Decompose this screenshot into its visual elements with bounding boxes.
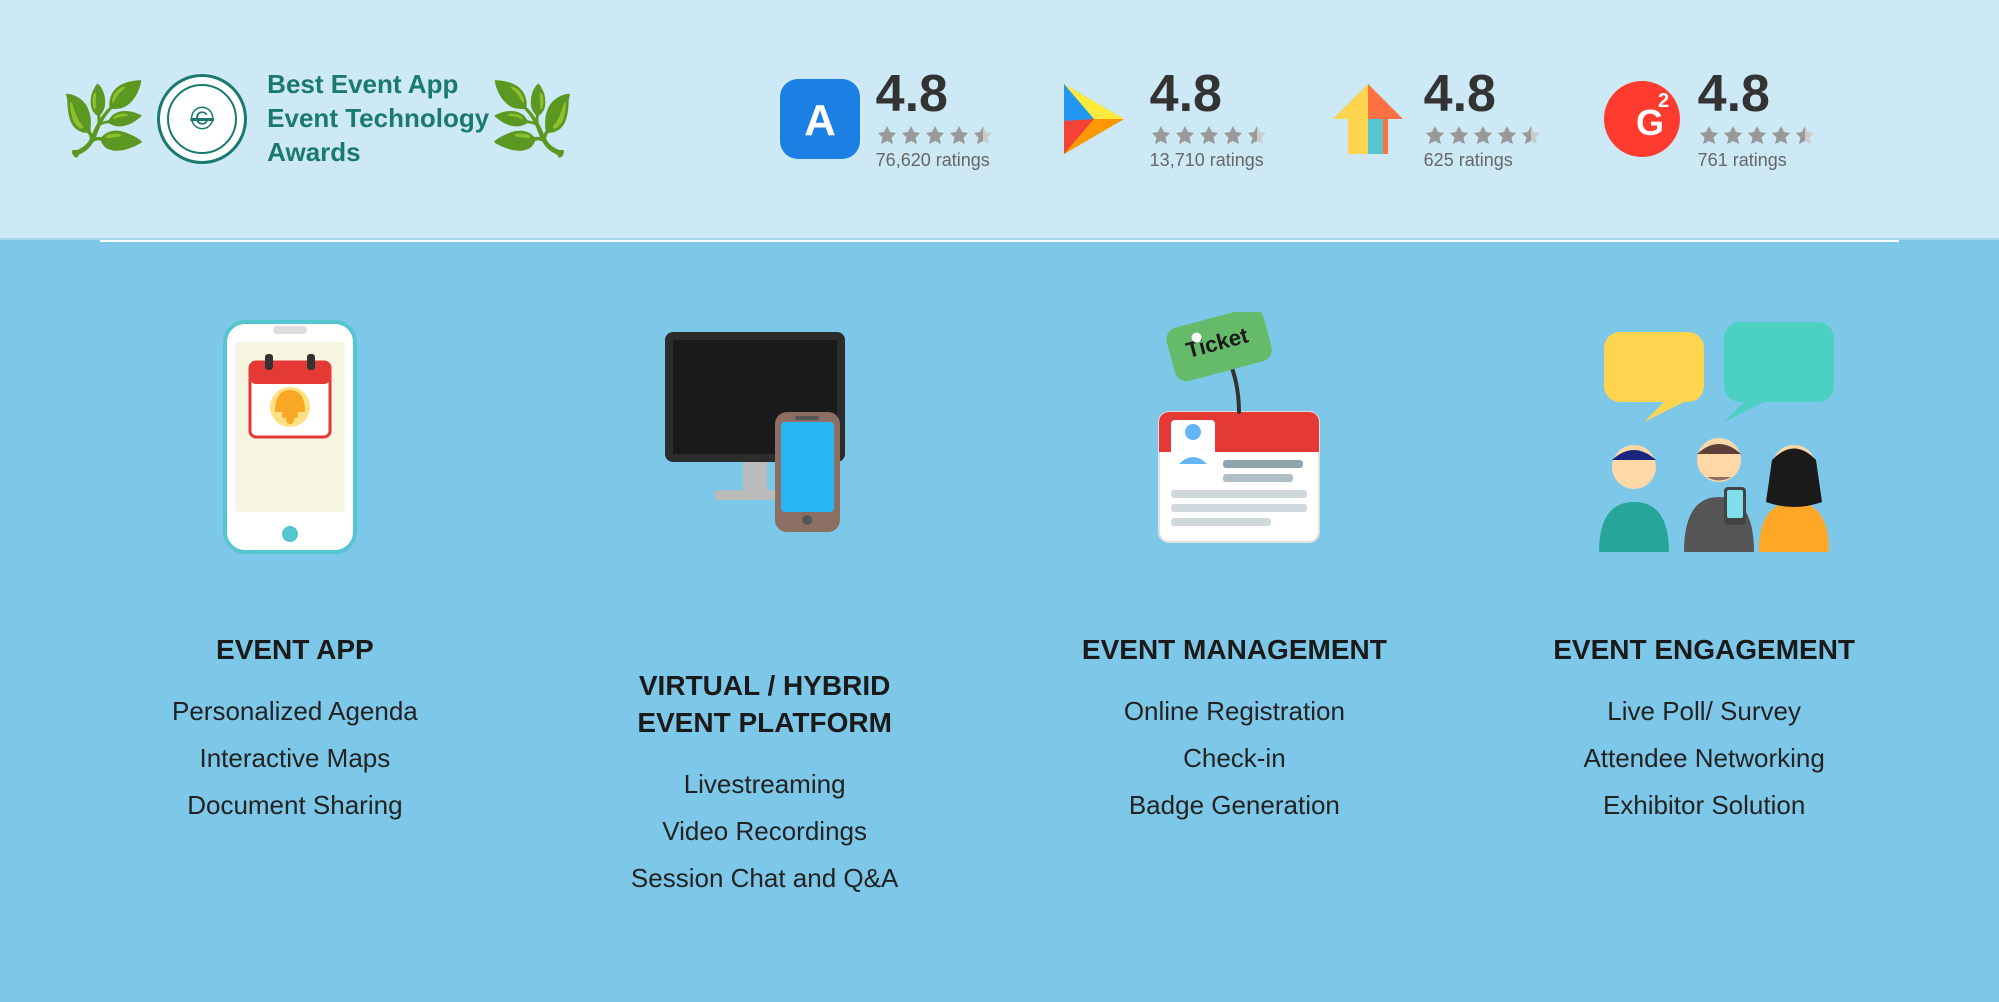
event-management-icon: Ticket bbox=[1109, 302, 1359, 602]
list-item: Attendee Networking bbox=[1583, 735, 1824, 782]
event-engagement-column: EVENT ENGAGEMENT Live Poll/ Survey Atten… bbox=[1494, 302, 1914, 829]
award-title-line3: Awards bbox=[267, 137, 360, 167]
google-play-rating: 4.8 13,710 ratings bbox=[1054, 68, 1268, 171]
event-app-column: EVENT APP Personalized Agenda Interactiv… bbox=[85, 302, 505, 829]
list-item: Badge Generation bbox=[1124, 782, 1345, 829]
award-section: 🌿 © Best Event App Event Technology Awar… bbox=[60, 68, 576, 169]
svg-text:A: A bbox=[804, 96, 836, 145]
virtual-hybrid-list: Livestreaming Video Recordings Session C… bbox=[631, 761, 898, 901]
list-item: Live Poll/ Survey bbox=[1583, 688, 1824, 735]
event-app-list: Personalized Agenda Interactive Maps Doc… bbox=[172, 688, 418, 828]
list-item: Exhibitor Solution bbox=[1583, 782, 1824, 829]
list-item: Document Sharing bbox=[172, 782, 418, 829]
g2-score: 4.8 bbox=[1698, 68, 1816, 120]
app-store-count: 76,620 ratings bbox=[876, 150, 994, 171]
virtual-hybrid-column: VIRTUAL / HYBRID EVENT PLATFORM Livestre… bbox=[555, 302, 975, 902]
event-engagement-icon bbox=[1564, 302, 1844, 602]
event-engagement-title: EVENT ENGAGEMENT bbox=[1553, 632, 1855, 668]
virtual-hybrid-title: VIRTUAL / HYBRID EVENT PLATFORM bbox=[637, 632, 892, 741]
list-item: Check-in bbox=[1124, 735, 1345, 782]
event-app-title: EVENT APP bbox=[216, 632, 374, 668]
event-management-column: Ticket EVENT MANAGEMENT Online Registrat… bbox=[1024, 302, 1444, 829]
google-play-icon bbox=[1054, 79, 1134, 159]
award-title-line1: Best Event App bbox=[267, 69, 458, 99]
app-store-score: 4.8 bbox=[876, 68, 994, 120]
left-laurel-icon: 🌿 bbox=[60, 84, 147, 154]
capterra-score: 4.8 bbox=[1424, 68, 1542, 120]
app-store-icon: A bbox=[780, 79, 860, 159]
capterra-icon bbox=[1328, 79, 1408, 159]
google-play-count: 13,710 ratings bbox=[1150, 150, 1268, 171]
list-item: Video Recordings bbox=[631, 808, 898, 855]
svg-text:2: 2 bbox=[1658, 90, 1669, 112]
ratings-section: A 4.8 76,620 ratings bbox=[656, 68, 1939, 171]
google-play-score: 4.8 bbox=[1150, 68, 1268, 120]
list-item: Personalized Agenda bbox=[172, 688, 418, 735]
right-laurel-icon: 🌿 bbox=[489, 84, 576, 154]
award-badge: © bbox=[157, 74, 247, 164]
header: 🌿 © Best Event App Event Technology Awar… bbox=[0, 0, 1999, 240]
app-store-rating: A 4.8 76,620 ratings bbox=[780, 68, 994, 171]
event-management-list: Online Registration Check-in Badge Gener… bbox=[1124, 688, 1345, 828]
list-item: Livestreaming bbox=[631, 761, 898, 808]
list-item: Session Chat and Q&A bbox=[631, 855, 898, 902]
award-title-line2: Event Technology bbox=[267, 103, 489, 133]
g2-rating: G 2 4.8 761 ratings bbox=[1602, 68, 1816, 171]
capterra-rating: 4.8 625 ratings bbox=[1328, 68, 1542, 171]
list-item: Online Registration bbox=[1124, 688, 1345, 735]
capterra-count: 625 ratings bbox=[1424, 150, 1542, 171]
g2-count: 761 ratings bbox=[1698, 150, 1816, 171]
award-text: Best Event App Event Technology Awards bbox=[267, 68, 489, 169]
event-engagement-list: Live Poll/ Survey Attendee Networking Ex… bbox=[1583, 688, 1824, 828]
event-app-icon bbox=[195, 302, 395, 602]
list-item: Interactive Maps bbox=[172, 735, 418, 782]
event-management-title: EVENT MANAGEMENT bbox=[1082, 632, 1387, 668]
main-content: EVENT APP Personalized Agenda Interactiv… bbox=[0, 242, 1999, 1002]
g2-icon: G 2 bbox=[1602, 79, 1682, 159]
virtual-hybrid-icon bbox=[635, 302, 895, 602]
